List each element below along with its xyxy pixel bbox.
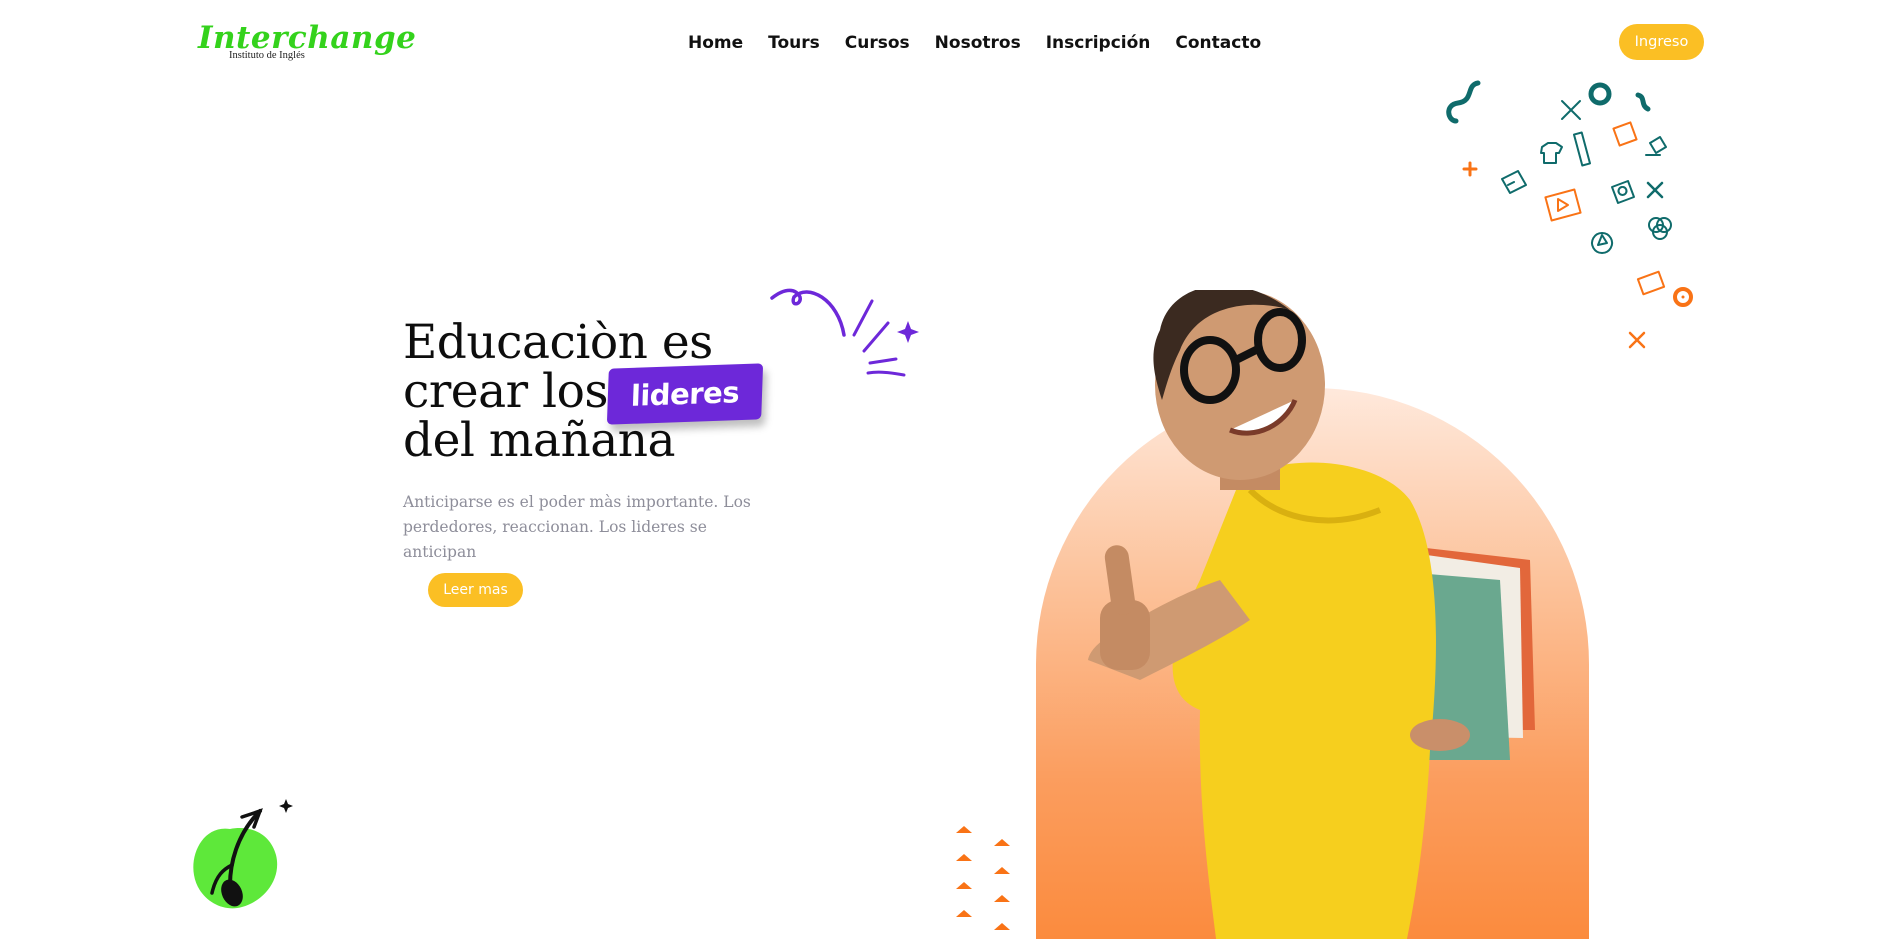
plus-icon <box>1462 161 1478 177</box>
camera-icon <box>1611 180 1635 204</box>
hero-image-boy <box>1088 290 1535 939</box>
ticket-icon <box>1501 170 1527 194</box>
tape-measure-icon <box>1612 121 1638 147</box>
ruler-icon <box>1572 131 1592 167</box>
hero-title-line1: Educaciòn es <box>403 315 713 370</box>
brand-logo[interactable]: Interchange Instituto de Inglés <box>198 20 416 64</box>
nav-item-nosotros[interactable]: Nosotros <box>935 31 1021 55</box>
page: Interchange Instituto de Inglés Home Tou… <box>0 0 1902 939</box>
rgb-circles-icon <box>1648 217 1672 240</box>
apple-icon <box>193 799 293 909</box>
brand-tagline: Instituto de Inglés <box>229 50 305 61</box>
color-wheel-icon <box>1591 232 1614 254</box>
nav-item-cursos[interactable]: Cursos <box>845 31 910 55</box>
sparkle-icon <box>279 799 293 813</box>
nav-item-tours[interactable]: Tours <box>768 31 820 55</box>
main-nav: Home Tours Cursos Nosotros Inscripción C… <box>688 31 1286 55</box>
squiggle-icon <box>1635 92 1651 112</box>
pencil-ruler-icon <box>1561 100 1581 120</box>
purple-doodle-icon <box>770 288 919 377</box>
login-button[interactable]: Ingreso <box>1619 24 1704 60</box>
nav-item-home[interactable]: Home <box>688 31 743 55</box>
hero-subtitle: Anticiparse es el poder màs importante. … <box>403 493 751 561</box>
crossed-tools-icon <box>1628 331 1646 349</box>
paint-bucket-icon <box>1645 136 1667 156</box>
triangle-pattern-icon <box>956 826 1010 930</box>
hero-title-line3: del mañana <box>403 413 676 468</box>
squiggle-icon <box>1446 80 1481 124</box>
crossed-tools-icon <box>1646 181 1664 199</box>
nav-item-inscripcion[interactable]: Inscripción <box>1046 31 1151 55</box>
ring-icon <box>1588 82 1612 106</box>
sparkle-icon <box>897 321 919 343</box>
nav-item-contacto[interactable]: Contacto <box>1175 31 1261 55</box>
read-more-button[interactable]: Leer mas <box>428 573 523 607</box>
photo-icon <box>1636 270 1666 296</box>
highlight-badge: lideres <box>606 363 764 425</box>
tshirt-icon <box>1540 142 1563 164</box>
video-play-icon <box>1544 188 1582 222</box>
